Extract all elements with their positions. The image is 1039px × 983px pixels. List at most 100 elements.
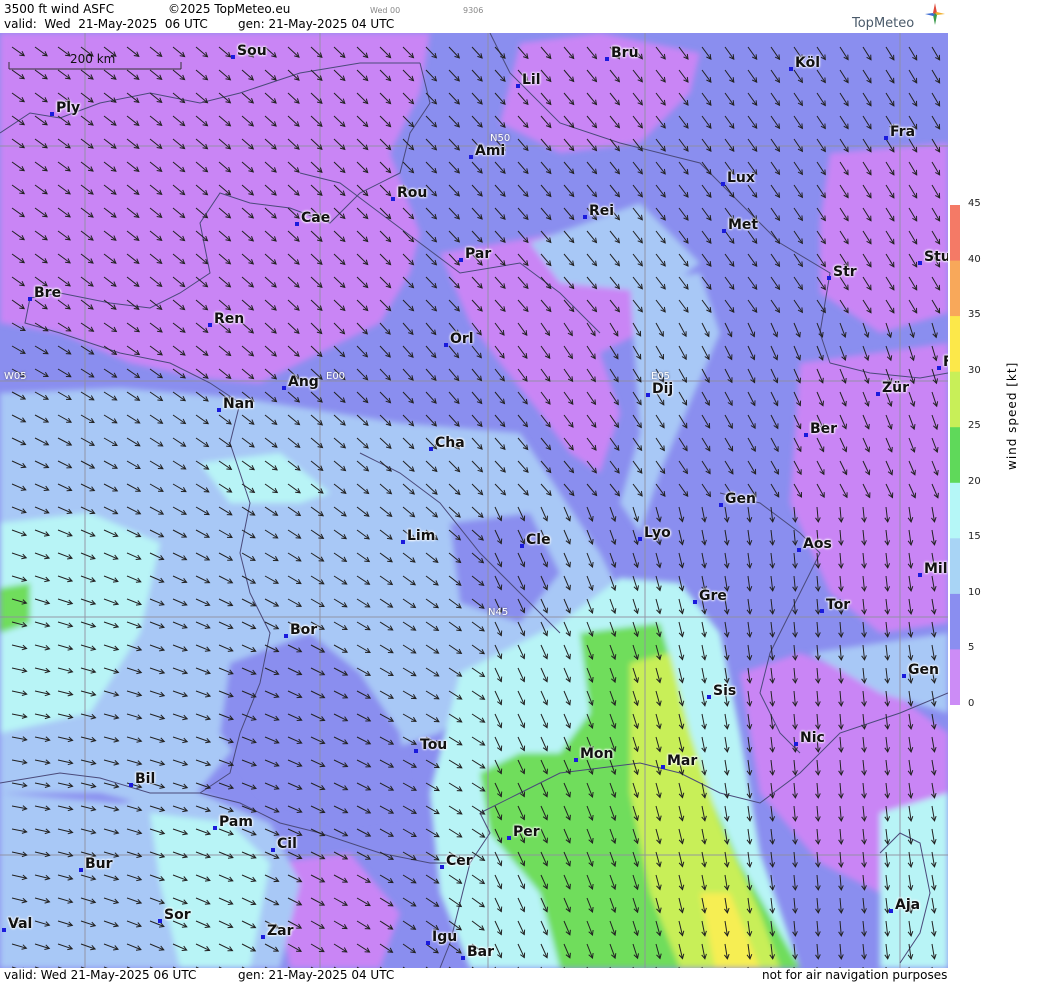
city-label: Aos — [803, 536, 832, 552]
city-label: Ami — [475, 143, 506, 159]
legend-swatch — [950, 260, 960, 317]
legend-swatch — [950, 427, 960, 484]
footer-valid-time: valid: Wed 21-May-2025 06 UTC — [4, 968, 197, 982]
city-label: Mar — [667, 753, 698, 769]
generated-time: gen: 21-May-2025 04 UTC — [238, 17, 395, 31]
city-marker-icon — [661, 765, 665, 769]
compass-star-icon — [925, 3, 945, 25]
legend-swatch — [950, 593, 960, 650]
legend-tick-label: 25 — [968, 420, 981, 432]
city-label: Nic — [800, 730, 825, 746]
legend-tick-label: 45 — [968, 198, 981, 209]
city-marker-icon — [693, 600, 697, 604]
legend-tick-label: 20 — [968, 475, 981, 487]
city-marker-icon — [208, 323, 212, 327]
city-label: Bil — [135, 771, 156, 787]
legend-tick-label: 10 — [968, 586, 981, 598]
city-marker-icon — [429, 447, 433, 451]
city-marker-icon — [794, 742, 798, 746]
city-label: Bar — [467, 944, 495, 960]
copyright: ©2025 TopMeteo.eu — [168, 2, 291, 16]
city-marker-icon — [231, 55, 235, 59]
city-label: Gen — [908, 662, 939, 678]
product-title: 3500 ft wind ASFC — [4, 2, 115, 16]
city-label: Cae — [301, 210, 331, 226]
city-label: Bre — [34, 285, 62, 301]
city-marker-icon — [583, 215, 587, 219]
city-label: Stu — [924, 249, 948, 265]
city-marker-icon — [440, 865, 444, 869]
city-label: Str — [833, 264, 857, 280]
city-label: Lil — [522, 72, 541, 88]
city-marker-icon — [722, 229, 726, 233]
legend-tick-label: 30 — [968, 364, 981, 376]
city-label: Orl — [450, 331, 474, 347]
footer-generated-time: gen: 21-May-2025 04 UTC — [238, 968, 395, 982]
city-label: Val — [8, 916, 33, 932]
city-label: Sis — [713, 683, 737, 699]
city-label: Rei — [589, 203, 615, 219]
city-marker-icon — [789, 67, 793, 71]
city-label: Zür — [882, 380, 910, 396]
city-label: Igu — [432, 929, 458, 945]
wind-speed-legend: 45 40 35 30 25 20 15 10 5 0 — [950, 198, 1039, 710]
city-marker-icon — [889, 909, 893, 913]
city-label: Mil — [924, 561, 948, 577]
grid-label-e00: E00 — [326, 371, 346, 382]
legend-swatch — [950, 205, 960, 262]
city-label: Rou — [397, 185, 428, 201]
city-marker-icon — [414, 749, 418, 753]
city-marker-icon — [284, 634, 288, 638]
topmeteo-logo[interactable]: TopMeteo — [852, 2, 947, 32]
city-marker-icon — [158, 919, 162, 923]
city-label: Par — [465, 246, 492, 262]
city-marker-icon — [28, 297, 32, 301]
city-label: Pam — [219, 814, 253, 830]
city-marker-icon — [461, 956, 465, 960]
legend-tick-label: 15 — [968, 531, 981, 543]
city-marker-icon — [469, 155, 473, 159]
city-marker-icon — [217, 408, 221, 412]
city-marker-icon — [520, 544, 524, 548]
city-label: Tou — [420, 737, 448, 753]
city-marker-icon — [2, 928, 6, 932]
city-label: Bur — [85, 856, 113, 872]
city-marker-icon — [820, 609, 824, 613]
wind-map[interactable]: 200 km N50 N45 W05 E00 E05 Sou Lil Bru Köl P… — [0, 33, 948, 968]
city-label: Aja — [895, 897, 921, 913]
legend-colorbar — [950, 205, 960, 705]
grid-label-n45: N45 — [488, 607, 509, 618]
city-label: Lux — [727, 170, 755, 186]
city-marker-icon — [918, 261, 922, 265]
city-marker-icon — [721, 182, 725, 186]
city-marker-icon — [707, 695, 711, 699]
city-marker-icon — [827, 276, 831, 280]
city-label: Cil — [277, 836, 297, 852]
city-marker-icon — [79, 868, 83, 872]
city-label: Lim — [407, 528, 436, 544]
city-marker-icon — [50, 112, 54, 116]
city-label: F — [943, 354, 948, 370]
city-label: Sou — [237, 43, 267, 59]
legend-title: wind speed [kt] — [1005, 361, 1019, 470]
city-marker-icon — [902, 674, 906, 678]
city-marker-icon — [646, 393, 650, 397]
legend-swatch — [950, 482, 960, 539]
city-label: Cha — [435, 435, 465, 451]
city-marker-icon — [271, 848, 275, 852]
city-marker-icon — [459, 258, 463, 262]
city-label: Ber — [810, 421, 838, 437]
city-marker-icon — [426, 941, 430, 945]
city-label: Zar — [267, 923, 294, 939]
city-label: Ren — [214, 311, 245, 327]
city-marker-icon — [719, 503, 723, 507]
city-label: Köl — [795, 55, 821, 71]
city-label: Met — [728, 217, 759, 233]
legend-tick-label: 40 — [968, 253, 981, 265]
city-marker-icon — [876, 392, 880, 396]
city-marker-icon — [574, 758, 578, 762]
city-marker-icon — [261, 935, 265, 939]
wind-speed-field — [0, 33, 948, 968]
legend-swatch — [950, 371, 960, 428]
city-label: Fra — [890, 124, 916, 140]
